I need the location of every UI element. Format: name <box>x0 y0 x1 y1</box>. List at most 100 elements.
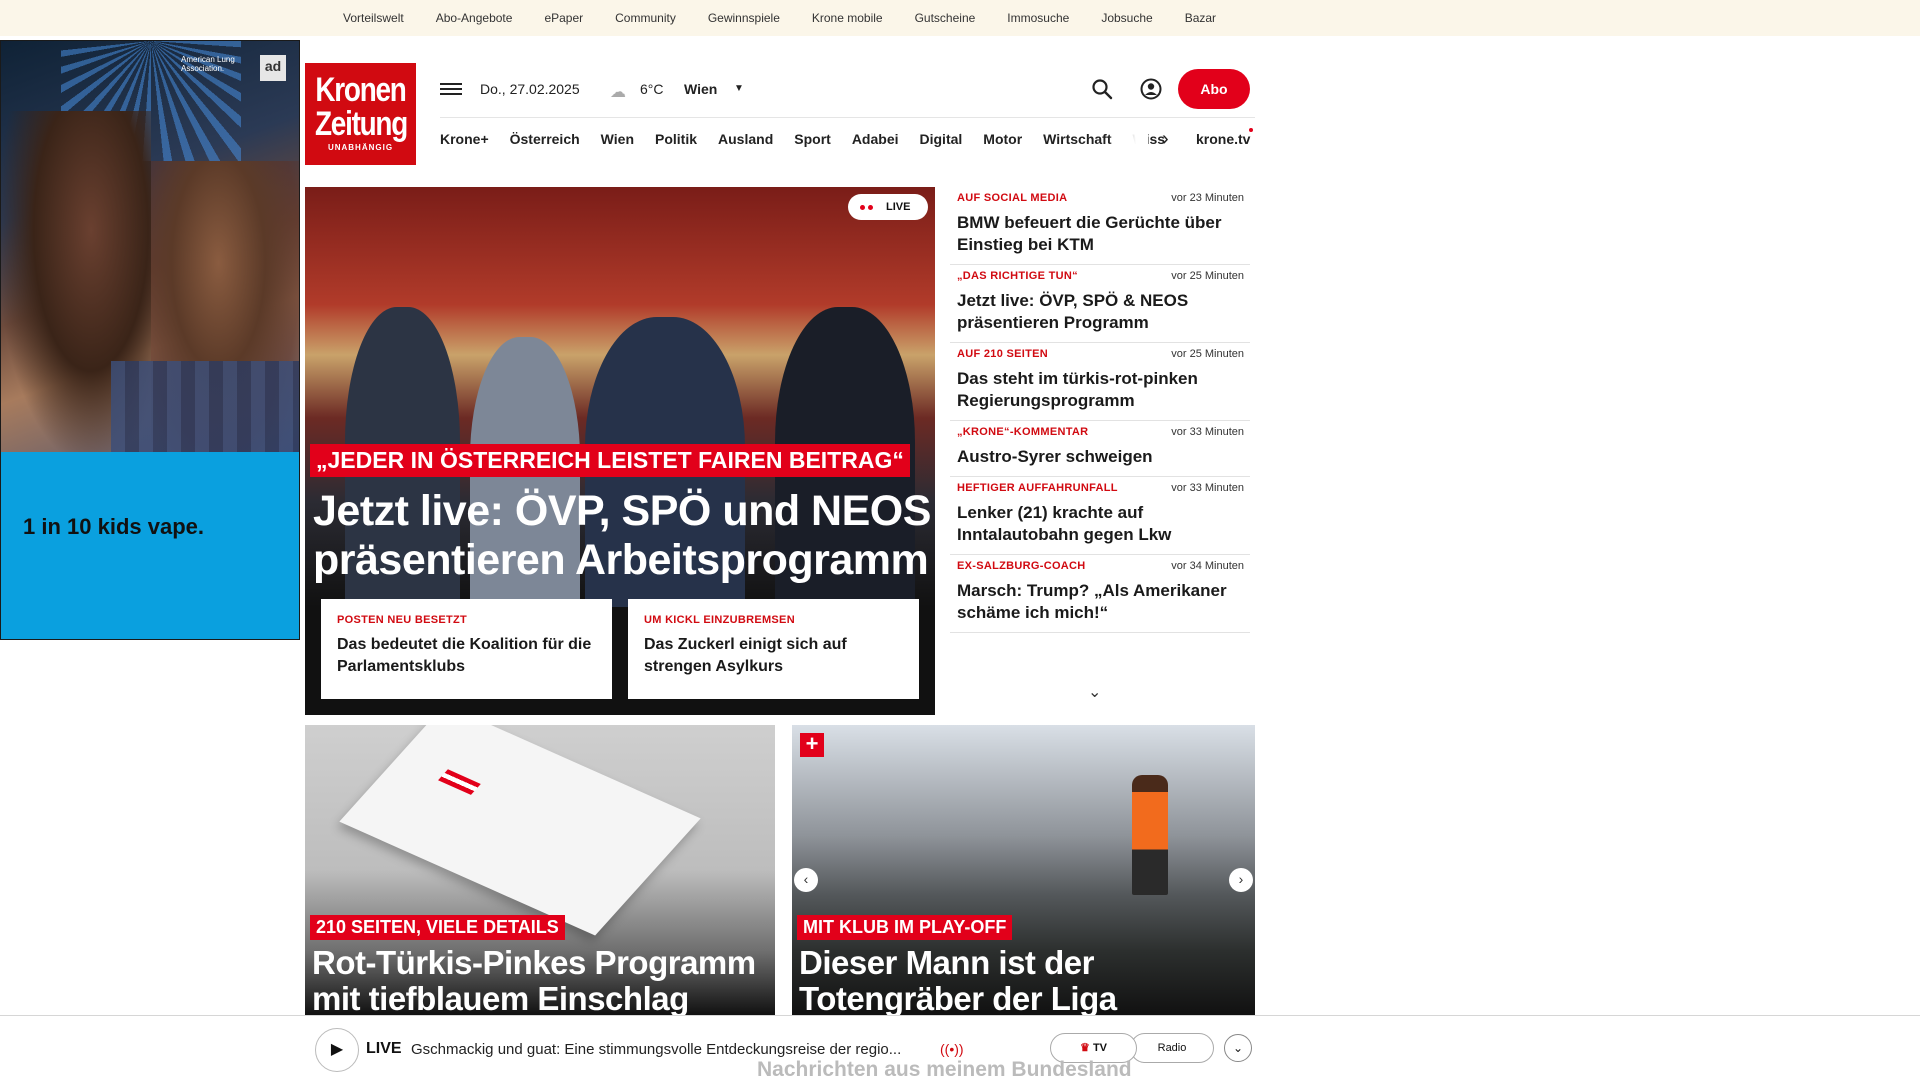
chevron-down-icon[interactable]: ⌄ <box>1088 682 1101 702</box>
nav-item-adabei[interactable]: Adabei <box>852 131 899 147</box>
news-item[interactable]: „DAS RICHTIGE TUN“ vor 25 Minuten Jetzt … <box>950 265 1250 343</box>
city-selector[interactable]: Wien <box>684 81 717 97</box>
top-link-community[interactable]: Community <box>615 11 676 25</box>
carousel-prev-icon[interactable]: ‹ <box>794 868 818 892</box>
news-headline[interactable]: Austro-Syrer schweigen <box>957 446 1244 468</box>
news-time: vor 33 Minuten <box>1171 482 1244 494</box>
expand-chevron-icon[interactable]: ⌄ <box>1224 1034 1252 1062</box>
hero-headline[interactable]: Jetzt live: ÖVP, SPÖ und NEOS präsentier… <box>313 487 933 585</box>
teaser-kicker: MIT KLUB IM PLAY-OFF <box>797 915 1013 940</box>
nav-item-oesterreich[interactable]: Österreich <box>510 131 580 147</box>
teaser-article[interactable]: + ‹ › MIT KLUB IM PLAY-OFF Dieser Mann i… <box>792 725 1255 1015</box>
ad-choices-badge[interactable]: ad <box>260 55 286 81</box>
sub-card-headline[interactable]: Das Zuckerl einigt sich auf strengen Asy… <box>644 634 903 678</box>
news-item[interactable]: EX-SALZBURG-COACH vor 34 Minuten Marsch:… <box>950 555 1250 633</box>
teaser-headline[interactable]: Rot-Türkis-Pinkes Programm mit tiefblaue… <box>312 945 775 1016</box>
news-headline[interactable]: Jetzt live: ÖVP, SPÖ & NEOS präsentieren… <box>957 290 1244 334</box>
hero-sub-card[interactable]: POSTEN NEU BESETZT Das bedeutet die Koal… <box>321 599 612 699</box>
radio-button[interactable]: Radio <box>1130 1033 1214 1063</box>
nav-item-wien[interactable]: Wien <box>601 131 634 147</box>
news-item[interactable]: „KRONE“-KOMMENTAR vor 33 Minuten Austro-… <box>950 421 1250 477</box>
broadcast-icon: ((•)) <box>940 1041 964 1057</box>
live-badge: LIVE <box>848 194 928 220</box>
kronen-zeitung-logo[interactable]: Kronen Zeitung UNABHÄNGIG <box>305 63 416 165</box>
top-link-immosuche[interactable]: Immosuche <box>1007 11 1069 25</box>
news-list: AUF SOCIAL MEDIA vor 23 Minuten BMW befe… <box>950 187 1250 707</box>
nav-item-politik[interactable]: Politik <box>655 131 697 147</box>
news-item[interactable]: AUF 210 SEITEN vor 25 Minuten Das steht … <box>950 343 1250 421</box>
site-header: Do., 27.02.2025 ☁ 6°C Wien ▼ Abo <box>440 66 1255 112</box>
nav-fade <box>1108 118 1148 166</box>
nav-item-krone-plus[interactable]: Krone+ <box>440 131 489 147</box>
player-live-label: LIVE <box>366 1040 402 1057</box>
live-player-bar: ▶ LIVE Gschmackig und guat: Eine stimmun… <box>0 1015 1920 1081</box>
news-time: vor 33 Minuten <box>1171 426 1244 438</box>
nav-item-wirtschaft[interactable]: Wirtschaft <box>1043 131 1111 147</box>
logo-line-2: Zeitung <box>314 105 408 143</box>
nav-items: Krone+ Österreich Wien Politik Ausland S… <box>440 131 1186 147</box>
play-icon[interactable]: ▶ <box>315 1028 359 1072</box>
ad-message-panel: 1 in 10 kids vape. <box>1 452 299 639</box>
nav-item-motor[interactable]: Motor <box>983 131 1022 147</box>
nav-item-sport[interactable]: Sport <box>794 131 831 147</box>
top-links: Vorteilswelt Abo-Angebote ePaper Communi… <box>343 0 1248 36</box>
top-link-epaper[interactable]: ePaper <box>544 11 583 25</box>
top-link-gutscheine[interactable]: Gutscheine <box>915 11 976 25</box>
news-headline[interactable]: Marsch: Trump? „Als Amerikaner schäme ic… <box>957 580 1244 624</box>
teaser-headline[interactable]: Dieser Mann ist der Totengräber der Liga <box>799 945 1255 1016</box>
top-link-bazar[interactable]: Bazar <box>1185 11 1216 25</box>
crown-icon: ♛ <box>1080 1042 1090 1054</box>
live-dot <box>868 205 873 210</box>
logo-subline: UNABHÄNGIG <box>327 143 394 152</box>
news-headline[interactable]: BMW befeuert die Gerüchte über Einstieg … <box>957 212 1244 256</box>
current-date: Do., 27.02.2025 <box>480 81 580 97</box>
top-link-gewinnspiele[interactable]: Gewinnspiele <box>708 11 780 25</box>
news-headline[interactable]: Lenker (21) krachte auf Inntalautobahn g… <box>957 502 1244 546</box>
sub-card-headline[interactable]: Das bedeutet die Koalition für die Parla… <box>337 634 596 678</box>
news-time: vor 25 Minuten <box>1171 270 1244 282</box>
ad-sponsor-logo: American Lung Association. <box>181 55 251 73</box>
teaser-article[interactable]: 210 SEITEN, VIELE DETAILS Rot-Türkis-Pin… <box>305 725 775 1015</box>
logo-line-1: Kronen <box>315 71 406 109</box>
sub-card-kicker: UM KICKL EINZUBREMSEN <box>644 614 795 626</box>
advertisement[interactable]: American Lung Association. ad 1 in 10 ki… <box>0 40 300 640</box>
teaser-kicker: 210 SEITEN, VIELE DETAILS <box>310 915 565 940</box>
top-link-vorteilswelt[interactable]: Vorteilswelt <box>343 11 404 25</box>
sub-card-kicker: POSTEN NEU BESETZT <box>337 614 468 626</box>
hamburger-menu-icon[interactable] <box>440 80 462 98</box>
live-label: LIVE <box>886 201 911 213</box>
krone-plus-icon: + <box>800 733 824 757</box>
news-item[interactable]: AUF SOCIAL MEDIA vor 23 Minuten BMW befe… <box>950 187 1250 265</box>
live-dot <box>860 205 865 210</box>
nav-item-krone-tv[interactable]: krone.tv <box>1196 131 1250 147</box>
user-account-icon[interactable] <box>1140 78 1162 100</box>
news-headline[interactable]: Das steht im türkis-rot-pinken Regierung… <box>957 368 1244 412</box>
austrian-flag-stripe <box>438 769 481 795</box>
section-heading-partial: Nachrichten aus meinem Bundesland <box>757 1058 1132 1081</box>
news-time: vor 23 Minuten <box>1171 192 1244 204</box>
chevron-down-icon[interactable]: ▼ <box>734 83 744 94</box>
nav-item-digital[interactable]: Digital <box>920 131 963 147</box>
main-navigation: Krone+ Österreich Wien Politik Ausland S… <box>440 117 1255 167</box>
hero-article[interactable]: LIVE „JEDER IN ÖSTERREICH LEISTET FAIREN… <box>305 187 935 715</box>
chevron-right-icon[interactable]: › <box>1162 128 1169 151</box>
search-icon[interactable] <box>1091 78 1113 100</box>
top-link-jobsuche[interactable]: Jobsuche <box>1101 11 1152 25</box>
top-link-krone-mobile[interactable]: Krone mobile <box>812 11 883 25</box>
temperature: 6°C <box>640 81 664 97</box>
nav-item-ausland[interactable]: Ausland <box>718 131 773 147</box>
abo-button[interactable]: Abo <box>1178 69 1250 109</box>
top-link-abo-angebote[interactable]: Abo-Angebote <box>436 11 513 25</box>
carousel-next-icon[interactable]: › <box>1229 868 1253 892</box>
player-description[interactable]: Gschmackig und guat: Eine stimmungsvolle… <box>411 1041 901 1058</box>
top-bar: Vorteilswelt Abo-Angebote ePaper Communi… <box>0 0 1920 36</box>
cloud-icon: ☁ <box>610 84 626 101</box>
worker-figure <box>1132 775 1168 895</box>
ad-tagline: 1 in 10 kids vape. <box>23 514 204 539</box>
tv-button-label: TV <box>1092 1042 1107 1054</box>
ad-photo: American Lung Association. ad <box>1 41 299 452</box>
hero-sub-card[interactable]: UM KICKL EINZUBREMSEN Das Zuckerl einigt… <box>628 599 919 699</box>
new-indicator-dot <box>1249 128 1253 132</box>
ad-sponsor-text: American Lung Association. <box>181 55 235 73</box>
news-item[interactable]: HEFTIGER AUFFAHRUNFALL vor 33 Minuten Le… <box>950 477 1250 555</box>
